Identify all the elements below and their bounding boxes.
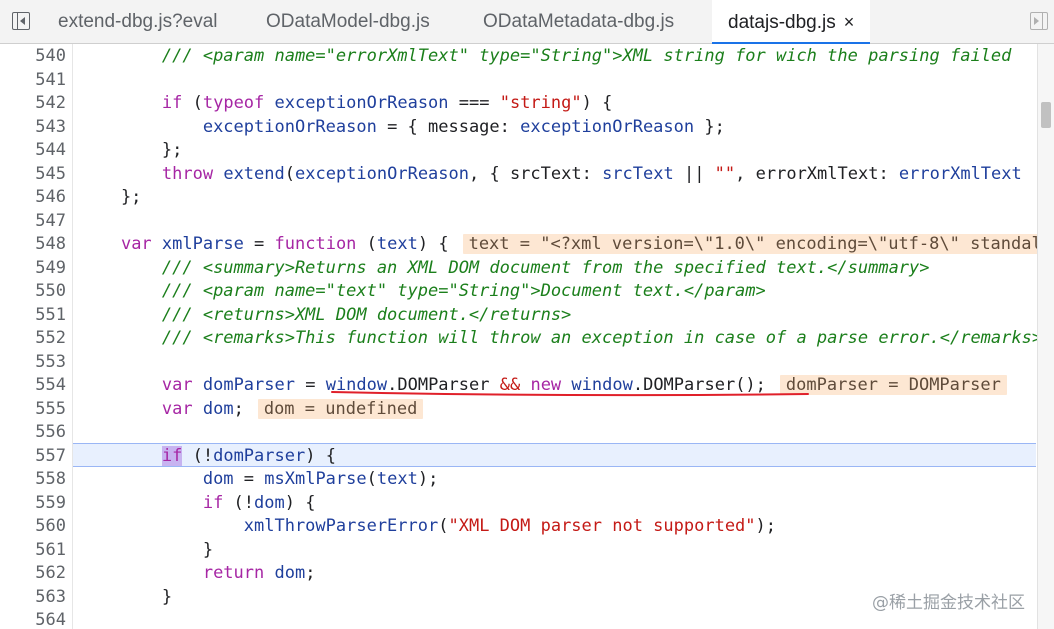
- line-number[interactable]: 555: [0, 398, 66, 422]
- line-number[interactable]: 560: [0, 515, 66, 539]
- line-number[interactable]: 549: [0, 257, 66, 281]
- code-line-552: /// <remarks>This function will throw an…: [80, 327, 1040, 351]
- line-number[interactable]: 546: [0, 186, 66, 210]
- line-number[interactable]: 548: [0, 233, 66, 257]
- doc-comment: /// <param name="text" type="String">Doc…: [161, 281, 766, 301]
- code-line-549: /// <summary>Returns an XML DOM document…: [80, 257, 1040, 281]
- line-number[interactable]: 564: [0, 609, 66, 629]
- code-line-560: xmlThrowParserError("XML DOM parser not …: [243, 516, 777, 536]
- tab-datajs-dbg[interactable]: datajs-dbg.js ×: [712, 0, 871, 44]
- watermark-text: @稀土掘金技术社区: [872, 593, 1025, 613]
- annotation-underline: [331, 391, 809, 397]
- toggle-debugger-icon[interactable]: [1030, 12, 1048, 30]
- tab-label: ODataModel-dbg.js: [266, 11, 430, 32]
- tab-label: datajs-dbg.js: [728, 12, 836, 33]
- code-line-542: if (typeof exceptionOrReason === "string…: [161, 93, 613, 113]
- line-number[interactable]: 544: [0, 139, 66, 163]
- line-number[interactable]: 550: [0, 280, 66, 304]
- line-number[interactable]: 542: [0, 92, 66, 116]
- code-line-561: }: [80, 539, 214, 560]
- tab-label: extend-dbg.js?eval: [58, 11, 218, 32]
- code-line-559: if (!dom) {: [202, 492, 316, 513]
- tab-odatametadata-dbg[interactable]: ODataMetadata-dbg.js: [483, 0, 674, 43]
- toggle-navigator-icon[interactable]: [12, 12, 30, 30]
- line-number[interactable]: 562: [0, 562, 66, 586]
- code-line-555: var dom; dom = undefined: [80, 398, 1040, 422]
- line-number-gutter[interactable]: 540 541 542 543 544 545 546 547 548 549 …: [0, 44, 72, 629]
- source-editor[interactable]: 540 541 542 543 544 545 546 547 548 549 …: [0, 44, 1054, 629]
- editor-tab-bar: extend-dbg.js?eval ODataModel-dbg.js ODa…: [0, 0, 1054, 44]
- scrollbar-thumb[interactable]: [1041, 102, 1051, 128]
- line-number[interactable]: 556: [0, 421, 66, 445]
- code-line-548: var xmlParse = function (text) {text = "…: [80, 233, 1040, 257]
- code-line-557: if (!domParser) {: [161, 445, 336, 466]
- code-line-550: /// <param name="text" type="String">Doc…: [80, 280, 1040, 304]
- paused-token: if: [161, 445, 183, 466]
- code-line-545: throw extend(exceptionOrReason, { srcTex…: [161, 163, 1022, 184]
- tab-label: ODataMetadata-dbg.js: [483, 11, 675, 32]
- doc-comment: /// <summary>Returns an XML DOM document…: [161, 257, 930, 278]
- line-number[interactable]: 559: [0, 492, 66, 516]
- gutter-divider: [72, 44, 73, 629]
- doc-comment: /// <remarks>This function will throw an…: [161, 328, 1040, 348]
- line-number[interactable]: 563: [0, 586, 66, 610]
- line-number[interactable]: 545: [0, 163, 66, 187]
- code-line-562: return dom;: [202, 563, 316, 583]
- code-line-558: dom = msXmlParse(text);: [202, 469, 439, 489]
- doc-comment: /// <returns>XML DOM document.</returns>: [161, 304, 572, 325]
- inline-value-hint: text = "<?xml version=\"1.0\" encoding=\…: [462, 234, 1040, 254]
- inline-value-hint: dom = undefined: [257, 398, 424, 419]
- line-number[interactable]: 547: [0, 210, 66, 234]
- line-number[interactable]: 551: [0, 304, 66, 328]
- inline-value-hint: domParser = DOMParser: [779, 375, 1007, 395]
- code-line-543: exceptionOrReason = { message: exception…: [202, 116, 725, 137]
- code-line-551: /// <returns>XML DOM document.</returns>: [80, 304, 1040, 328]
- line-number[interactable]: 552: [0, 327, 66, 351]
- line-number[interactable]: 543: [0, 116, 66, 140]
- line-number[interactable]: 561: [0, 539, 66, 563]
- line-number[interactable]: 540: [0, 45, 66, 69]
- tab-odatamodel-dbg[interactable]: ODataModel-dbg.js: [266, 0, 430, 43]
- line-number[interactable]: 541: [0, 69, 66, 93]
- line-number[interactable]: 553: [0, 351, 66, 375]
- line-number[interactable]: 558: [0, 468, 66, 492]
- close-tab-icon[interactable]: ×: [844, 0, 855, 44]
- tab-extend-dbg[interactable]: extend-dbg.js?eval: [58, 0, 218, 43]
- line-number[interactable]: 554: [0, 374, 66, 398]
- line-number[interactable]: 557: [0, 445, 66, 469]
- code-line-540: /// <param name="errorXmlText" type="Str…: [80, 45, 1040, 69]
- vertical-scrollbar[interactable]: [1037, 44, 1054, 629]
- code-line-546: };: [80, 187, 142, 207]
- doc-comment: /// <param name="errorXmlText" type="Str…: [161, 46, 1012, 66]
- code-line-544: };: [80, 140, 183, 160]
